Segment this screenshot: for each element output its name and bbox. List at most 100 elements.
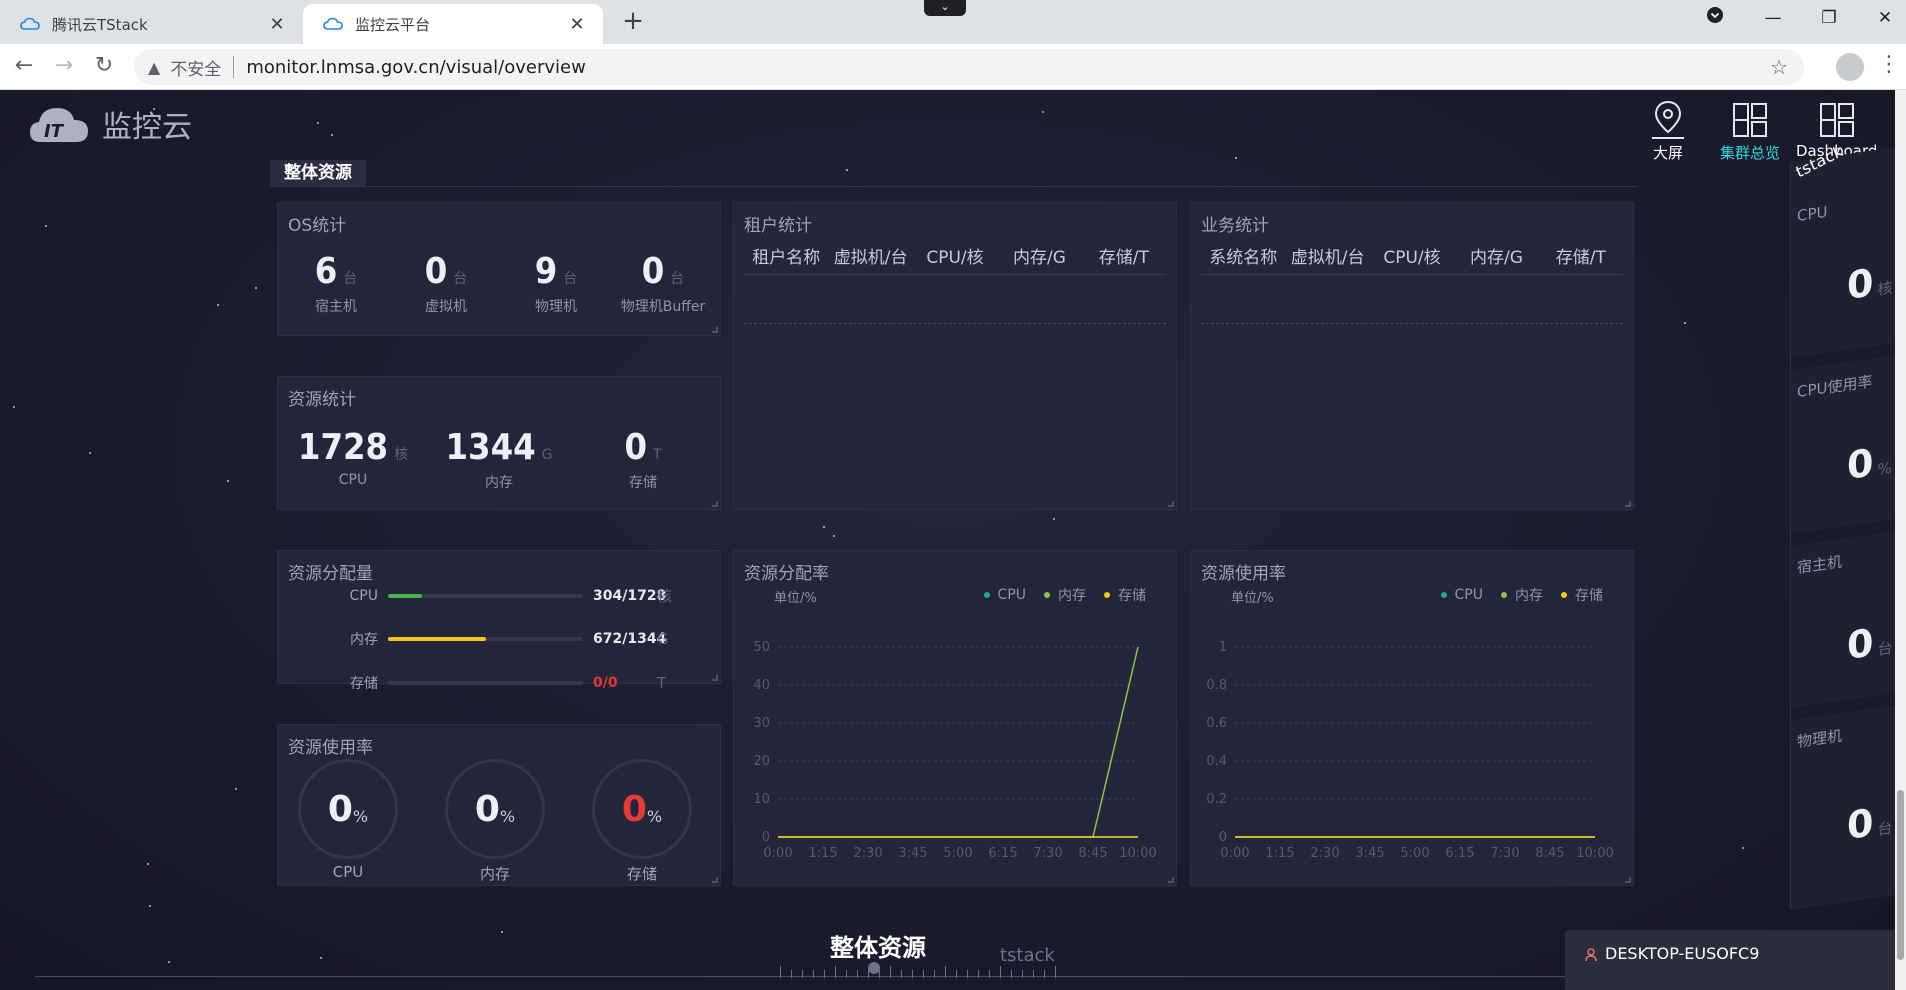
panel-corner — [1168, 501, 1174, 507]
panel-title: 业务统计 — [1201, 216, 1269, 236]
timeline-knob[interactable] — [868, 962, 880, 974]
gauge-percent: % — [499, 806, 516, 826]
alloc-label: 存储 — [350, 676, 378, 692]
browser-tab-tstack[interactable]: 腾讯云TStack ✕ — [0, 4, 303, 44]
browser-tab-monitor[interactable]: 监控云平台 ✕ — [303, 4, 603, 44]
alloc-label: 内存 — [350, 632, 378, 648]
close-tab-icon[interactable]: ✕ — [567, 14, 587, 35]
alloc-value: 672/1344 — [593, 631, 667, 647]
side-separator — [1791, 519, 1895, 546]
app-logo[interactable]: IT 监控云 — [28, 102, 192, 146]
warning-icon[interactable]: ▲ — [148, 58, 160, 77]
stat-unit: 核 — [394, 447, 409, 463]
tab-title: 监控云平台 — [355, 15, 431, 34]
profile-avatar-icon[interactable] — [1836, 53, 1864, 81]
column-header[interactable]: 虚拟机/台 — [828, 243, 912, 268]
stat-unit: 台 — [670, 271, 685, 287]
stat-unit: 台 — [453, 271, 468, 287]
forward-icon[interactable]: → — [50, 53, 78, 78]
star-dot — [89, 452, 91, 454]
bookmark-star-icon[interactable]: ☆ — [1770, 55, 1788, 79]
column-header[interactable]: 内存/G — [997, 243, 1081, 268]
x-tick-label: 1:15 — [808, 846, 837, 861]
timeline-tick — [1033, 970, 1034, 978]
scrollbar-thumb[interactable] — [1897, 790, 1904, 960]
star-dot — [149, 905, 151, 907]
column-header[interactable]: 租户名称 — [744, 243, 828, 268]
timeline-tick — [978, 970, 979, 978]
nav-big-screen[interactable]: 大屏 — [1646, 98, 1690, 163]
column-header[interactable]: 系统名称 — [1201, 243, 1285, 268]
stat-value: 0 — [641, 251, 665, 292]
stat-physical-buffer: 0台 物理机Buffer — [608, 251, 718, 316]
usage-rate-panel: 资源使用率 单位/% CPU 内存 存储 0 0.2 0.4 0.6 0.8 1 0:00 1… — [1190, 550, 1634, 886]
url-omnibox[interactable]: ▲ 不安全 monitor.lnmsa.gov.cn/visual/overvi… — [134, 49, 1804, 85]
bottom-section-title[interactable]: 整体资源 — [830, 928, 926, 963]
side-block-title: 宿主机 — [1797, 552, 1843, 578]
side-value: 0 — [1847, 800, 1874, 848]
stat-value: 9 — [534, 251, 558, 292]
new-tab-button[interactable]: + — [618, 6, 648, 36]
usage-gauges-panel: 资源使用率 0% CPU 0% 内存 0% 存储 — [277, 724, 721, 886]
more-menu-icon[interactable]: ⋮ — [1878, 52, 1900, 77]
star-dot — [217, 304, 219, 306]
star-dot — [317, 122, 319, 124]
column-header[interactable]: CPU/核 — [913, 243, 997, 268]
app-title: 监控云 — [102, 110, 192, 145]
cloud-icon — [323, 17, 343, 31]
gauge-storage: 0% — [592, 759, 692, 859]
alloc-row-cpu: CPU 304/1728 核 — [308, 585, 672, 606]
side-unit: 台 — [1877, 818, 1893, 839]
series-line — [778, 646, 1139, 838]
star-dot — [833, 535, 835, 537]
side-block-title: CPU使用率 — [1797, 372, 1873, 402]
page-scrollbar[interactable] — [1895, 90, 1906, 990]
next-cluster-panel[interactable]: tstack CPU 0核 CPU使用率 0% 宿主机 0台 物理机 0台 — [1790, 141, 1895, 910]
stat-physical: 9台 物理机 — [506, 251, 606, 316]
close-tab-icon[interactable]: ✕ — [267, 14, 287, 35]
column-header[interactable]: 存储/T — [1539, 243, 1623, 268]
star-dot — [1042, 111, 1044, 113]
timeline-tick — [879, 970, 880, 978]
gauge-value: 0 — [474, 788, 500, 830]
close-window-button[interactable]: ✕ — [1870, 8, 1900, 28]
timeline-tick — [824, 970, 825, 978]
column-header[interactable]: 存储/T — [1082, 243, 1166, 268]
column-header[interactable]: 内存/G — [1454, 243, 1538, 268]
allocation-panel: 资源分配量 CPU 304/1728 核 内存 672/1344 G 存储 0/… — [277, 550, 721, 692]
stat-unit: 台 — [563, 271, 578, 287]
nav-cluster-overview[interactable]: 集群总览 — [1720, 98, 1780, 163]
logo-badge: IT — [44, 121, 65, 142]
y-tick-label: 0.2 — [1206, 792, 1227, 807]
timeline-tick — [791, 970, 792, 978]
stat-memory: 1344 G 内存 — [434, 427, 564, 492]
tab-search-button[interactable]: ⌄ — [924, 0, 966, 16]
address-bar: ← → ↻ ▲ 不安全 monitor.lnmsa.gov.cn/visual/… — [0, 44, 1906, 90]
restore-button[interactable]: ❐ — [1814, 8, 1844, 28]
star-dot — [1053, 518, 1055, 520]
x-tick-label: 2:30 — [1310, 846, 1339, 861]
minimize-button[interactable]: — — [1758, 8, 1788, 28]
panel-corner — [1168, 877, 1174, 883]
bottom-section-subtitle[interactable]: tstack — [1000, 945, 1055, 966]
cloud-logo-icon: IT — [28, 104, 90, 144]
cloud-icon — [20, 17, 40, 31]
alloc-rate-panel: 资源分配率 单位/% CPU 内存 存储 0 10 20 30 40 50 0:00 1:15… — [733, 550, 1177, 886]
reload-icon[interactable]: ↻ — [90, 53, 118, 78]
chrome-profile-down-icon[interactable] — [1700, 6, 1730, 29]
x-tick-label: 7:30 — [1033, 846, 1062, 861]
timeline-tick — [1000, 966, 1001, 978]
panel-title: OS统计 — [288, 216, 347, 236]
side-block-value: 0台 — [1847, 798, 1892, 848]
table-empty-row — [744, 323, 1166, 324]
gauge-value: 0 — [621, 788, 647, 830]
column-header[interactable]: CPU/核 — [1370, 243, 1454, 268]
device-toast[interactable]: DESKTOP-EUSOFC9 — [1565, 930, 1895, 990]
back-icon[interactable]: ← — [10, 53, 38, 78]
alloc-row-storage: 存储 0/0 T — [308, 673, 666, 693]
column-header[interactable]: 虚拟机/台 — [1285, 243, 1369, 268]
gauge-label: 存储 — [626, 865, 657, 883]
star-dot — [168, 961, 170, 963]
star-dot — [227, 480, 229, 482]
y-tick-label: 30 — [753, 716, 770, 731]
